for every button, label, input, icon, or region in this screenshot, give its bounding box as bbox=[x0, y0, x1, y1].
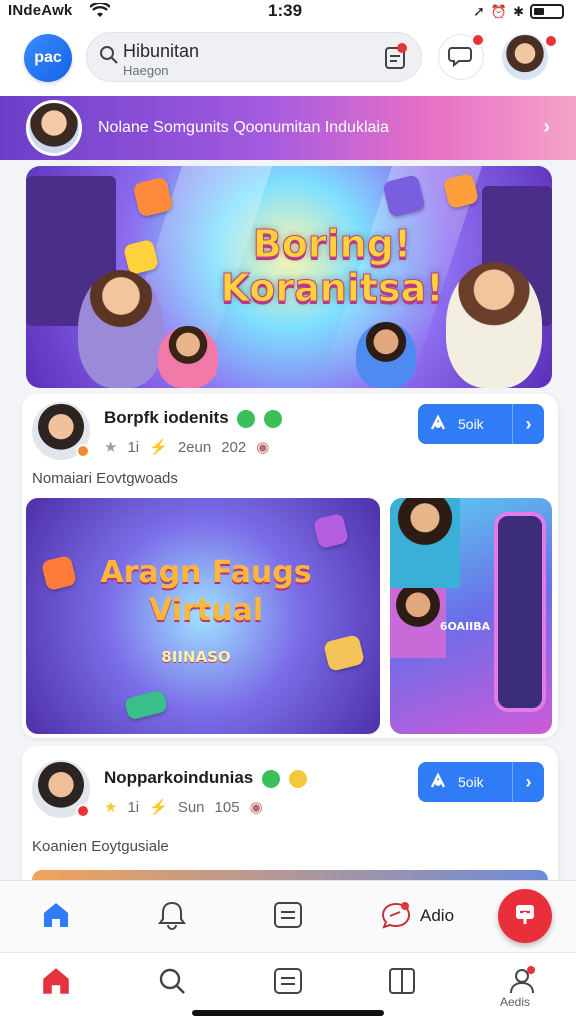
profile-badge bbox=[544, 34, 558, 48]
bell-chat-action[interactable] bbox=[154, 899, 190, 935]
book-icon bbox=[386, 965, 418, 1002]
verified-icon bbox=[264, 409, 283, 428]
join-icon bbox=[418, 771, 458, 793]
post-description: Koanien Eoytgusiale bbox=[32, 838, 169, 855]
join-button[interactable]: 5oik › bbox=[418, 762, 544, 802]
profile-avatar[interactable] bbox=[502, 34, 548, 80]
chevron-right-icon: › bbox=[543, 116, 550, 138]
avatar-badge bbox=[76, 804, 90, 818]
avatar-badge bbox=[76, 444, 90, 458]
chevron-right-icon: › bbox=[512, 404, 544, 444]
chat-label[interactable]: Adio bbox=[420, 906, 454, 926]
person-figure bbox=[356, 322, 416, 388]
join-button[interactable]: 5oik › bbox=[418, 404, 544, 444]
carrier-label: INdeAwk bbox=[8, 2, 73, 19]
post-card[interactable]: Borpfk iodenits ★ 1i ⚡ 2eun 202 ◉ 5oik ›… bbox=[22, 394, 558, 738]
game-sticker bbox=[312, 512, 350, 550]
post-title[interactable]: Borpfk iodenits bbox=[104, 408, 283, 428]
person-figure bbox=[390, 498, 460, 588]
star-icon: ★ bbox=[104, 439, 118, 456]
chat-mini-icon: ◉ bbox=[249, 799, 263, 816]
nav-library[interactable] bbox=[384, 965, 420, 1001]
nav-search[interactable] bbox=[154, 965, 190, 1001]
emoji-icon bbox=[288, 769, 307, 788]
stat-2: Sun bbox=[177, 798, 205, 816]
person-figure bbox=[78, 270, 164, 388]
status-bar: INdeAwk 1:39 ➚ ⏰ ✱ bbox=[0, 0, 576, 26]
join-label: 5oik bbox=[458, 416, 484, 432]
search-title: Hibunitan bbox=[123, 41, 200, 61]
banner-avatar bbox=[26, 100, 82, 156]
battery-icon bbox=[530, 4, 564, 19]
home-icon bbox=[40, 899, 72, 936]
join-icon bbox=[418, 413, 458, 435]
chat-mini-icon: ◉ bbox=[256, 439, 270, 456]
post-meta: ★ 1i ⚡ 2eun 202 ◉ bbox=[104, 438, 270, 457]
list-icon bbox=[272, 899, 304, 936]
message-icon bbox=[380, 899, 412, 936]
status-right: ➚ ⏰ ✱ bbox=[473, 3, 564, 20]
verified-icon bbox=[261, 769, 280, 788]
wifi-icon bbox=[89, 1, 111, 24]
doc-icon[interactable] bbox=[383, 43, 409, 76]
chevron-right-icon: › bbox=[512, 762, 544, 802]
home-indicator bbox=[192, 1010, 384, 1016]
stat-3: 202 bbox=[221, 438, 247, 456]
bolt-icon: ⚡ bbox=[149, 799, 168, 816]
chat-badge bbox=[471, 33, 485, 47]
hero-headline: Boring! Koranitsa! bbox=[220, 222, 444, 311]
nav-home[interactable] bbox=[38, 965, 74, 1001]
home-icon bbox=[39, 964, 73, 1003]
app-logo[interactable]: pac bbox=[24, 34, 72, 82]
hero-image[interactable]: Boring! Koranitsa! bbox=[26, 166, 552, 388]
stat-1: 1i bbox=[127, 798, 140, 816]
logo-text: pac bbox=[34, 49, 62, 66]
chat-icon bbox=[448, 42, 474, 73]
list-action[interactable] bbox=[270, 899, 306, 935]
nav-list[interactable] bbox=[270, 965, 306, 1001]
game-sticker bbox=[123, 689, 169, 721]
post-title-text: Nopparkoindunias bbox=[104, 768, 254, 787]
stat-2: 2eun bbox=[177, 438, 212, 456]
phone-graphic bbox=[494, 512, 546, 712]
post-title-text: Borpfk iodenits bbox=[104, 408, 229, 427]
compose-icon bbox=[511, 900, 539, 933]
app-header: pac Hibunitan Haegon bbox=[0, 26, 576, 96]
verified-icon bbox=[237, 409, 256, 428]
message-action[interactable] bbox=[378, 899, 414, 935]
alarm-icon: ⏰ bbox=[490, 3, 508, 19]
search-bar[interactable]: Hibunitan Haegon bbox=[86, 32, 422, 82]
person-figure bbox=[158, 326, 218, 388]
post-media-main[interactable]: Aragn Faugs Virtual 8IINASO bbox=[26, 498, 380, 734]
search-icon bbox=[157, 966, 187, 1001]
stat-3: 105 bbox=[214, 798, 240, 816]
post-meta: ★ 1i ⚡ Sun 105 ◉ bbox=[104, 798, 263, 817]
bluetooth-icon: ✱ bbox=[513, 3, 524, 19]
list-icon bbox=[272, 965, 304, 1002]
stat-1: 1i bbox=[127, 438, 140, 456]
community-banner[interactable]: Nolane Somgunits Qoonumitan Induklaia › bbox=[0, 96, 576, 160]
media-title: Aragn Faugs Virtual bbox=[100, 555, 312, 628]
chat-button[interactable] bbox=[438, 33, 485, 80]
game-sticker bbox=[322, 634, 366, 672]
location-icon: ➚ bbox=[473, 3, 485, 19]
bell-chat-icon bbox=[156, 899, 188, 936]
action-bar: Adio bbox=[0, 880, 576, 952]
home-action[interactable] bbox=[38, 899, 74, 935]
search-icon bbox=[99, 45, 119, 70]
post-title[interactable]: Nopparkoindunias bbox=[104, 768, 307, 788]
media-caption: 8IINASO bbox=[161, 648, 231, 666]
person-figure bbox=[446, 262, 542, 388]
compose-fab[interactable] bbox=[498, 889, 552, 943]
star-icon: ★ bbox=[104, 799, 118, 816]
profile-label: Aedis bbox=[500, 995, 531, 1009]
search-subtitle: Haegon bbox=[123, 63, 169, 78]
post-description: Nomaiari Eovtgwoads bbox=[32, 470, 178, 487]
clock: 1:39 bbox=[268, 1, 303, 20]
banner-text: Nolane Somgunits Qoonumitan Induklaia bbox=[98, 119, 389, 136]
bolt-icon: ⚡ bbox=[149, 439, 168, 456]
media-caption: 6OAIIBA bbox=[439, 620, 491, 633]
post-media-side[interactable]: 6OAIIBA bbox=[390, 498, 552, 734]
join-label: 5oik bbox=[458, 774, 484, 790]
